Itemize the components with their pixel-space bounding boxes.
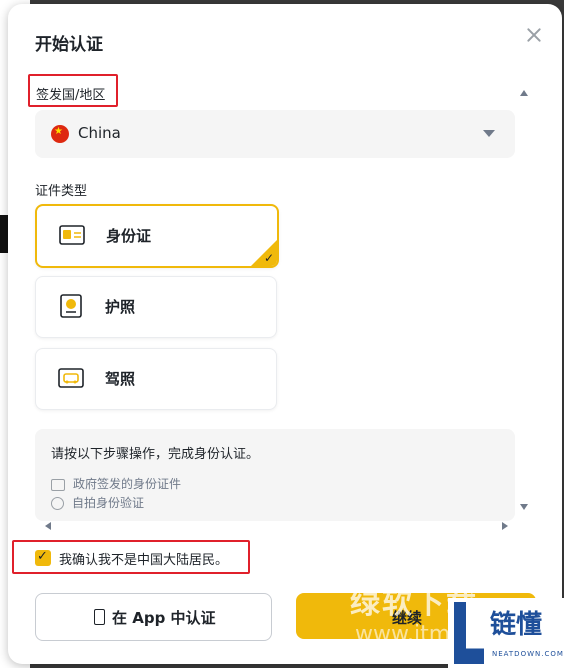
scroll-down-arrow[interactable]: [520, 504, 528, 510]
doc-type-label-license: 驾照: [105, 370, 136, 388]
passport-icon: [60, 294, 82, 318]
doc-type-label-id: 身份证: [106, 227, 152, 245]
scroll-right-arrow[interactable]: [502, 522, 508, 530]
info-step-1: 政府签发的身份证件: [51, 475, 181, 492]
verify-in-app-label: 在 App 中认证: [112, 609, 216, 627]
site-logo: 链懂 NEATDOWN.COM: [448, 598, 564, 668]
highlight-box-issuer: [28, 74, 118, 107]
info-step-2: 自拍身份验证: [51, 494, 144, 511]
doc-type-label-passport: 护照: [105, 298, 136, 316]
logo-subtext: NEATDOWN.COM: [492, 650, 564, 658]
verification-dialog: 开始认证 签发国/地区 China 证件类型 身份证 ✓: [8, 4, 562, 664]
scroll-left-arrow[interactable]: [45, 522, 51, 530]
caret-down-icon: [483, 130, 495, 137]
id-card-icon: [59, 225, 85, 245]
country-select[interactable]: China: [35, 110, 515, 158]
driver-license-icon: [58, 368, 84, 388]
info-step-2-text: 自拍身份验证: [72, 496, 145, 510]
check-icon: ✓: [263, 251, 274, 265]
id-document-icon: [51, 478, 65, 491]
phone-icon: [94, 609, 105, 625]
doc-type-label: 证件类型: [35, 184, 88, 199]
verify-in-app-button[interactable]: 在 App 中认证: [35, 593, 272, 641]
doc-type-passport[interactable]: 护照: [35, 276, 277, 338]
china-flag-icon: [51, 125, 69, 143]
highlight-box-confirm: [12, 540, 250, 574]
selfie-icon: [51, 497, 64, 510]
country-value: China: [78, 124, 121, 142]
scroll-up-arrow[interactable]: [520, 90, 528, 96]
watermark-url: www.itm: [355, 622, 451, 647]
dialog-scroll-area[interactable]: 签发国/地区 China 证件类型 身份证 ✓ 护照: [8, 74, 538, 534]
doc-type-driver-license[interactable]: 驾照: [35, 348, 277, 410]
close-icon[interactable]: [523, 24, 545, 46]
info-title: 请按以下步骤操作，完成身份认证。: [51, 447, 260, 462]
doc-type-id-card[interactable]: 身份证 ✓: [35, 204, 279, 268]
info-step-1-text: 政府签发的身份证件: [73, 477, 182, 491]
logo-mark-icon: [454, 602, 484, 664]
info-panel: 请按以下步骤操作，完成身份认证。 政府签发的身份证件 自拍身份验证: [35, 429, 515, 521]
logo-text: 链懂: [490, 610, 543, 640]
dialog-title: 开始认证: [35, 35, 103, 55]
